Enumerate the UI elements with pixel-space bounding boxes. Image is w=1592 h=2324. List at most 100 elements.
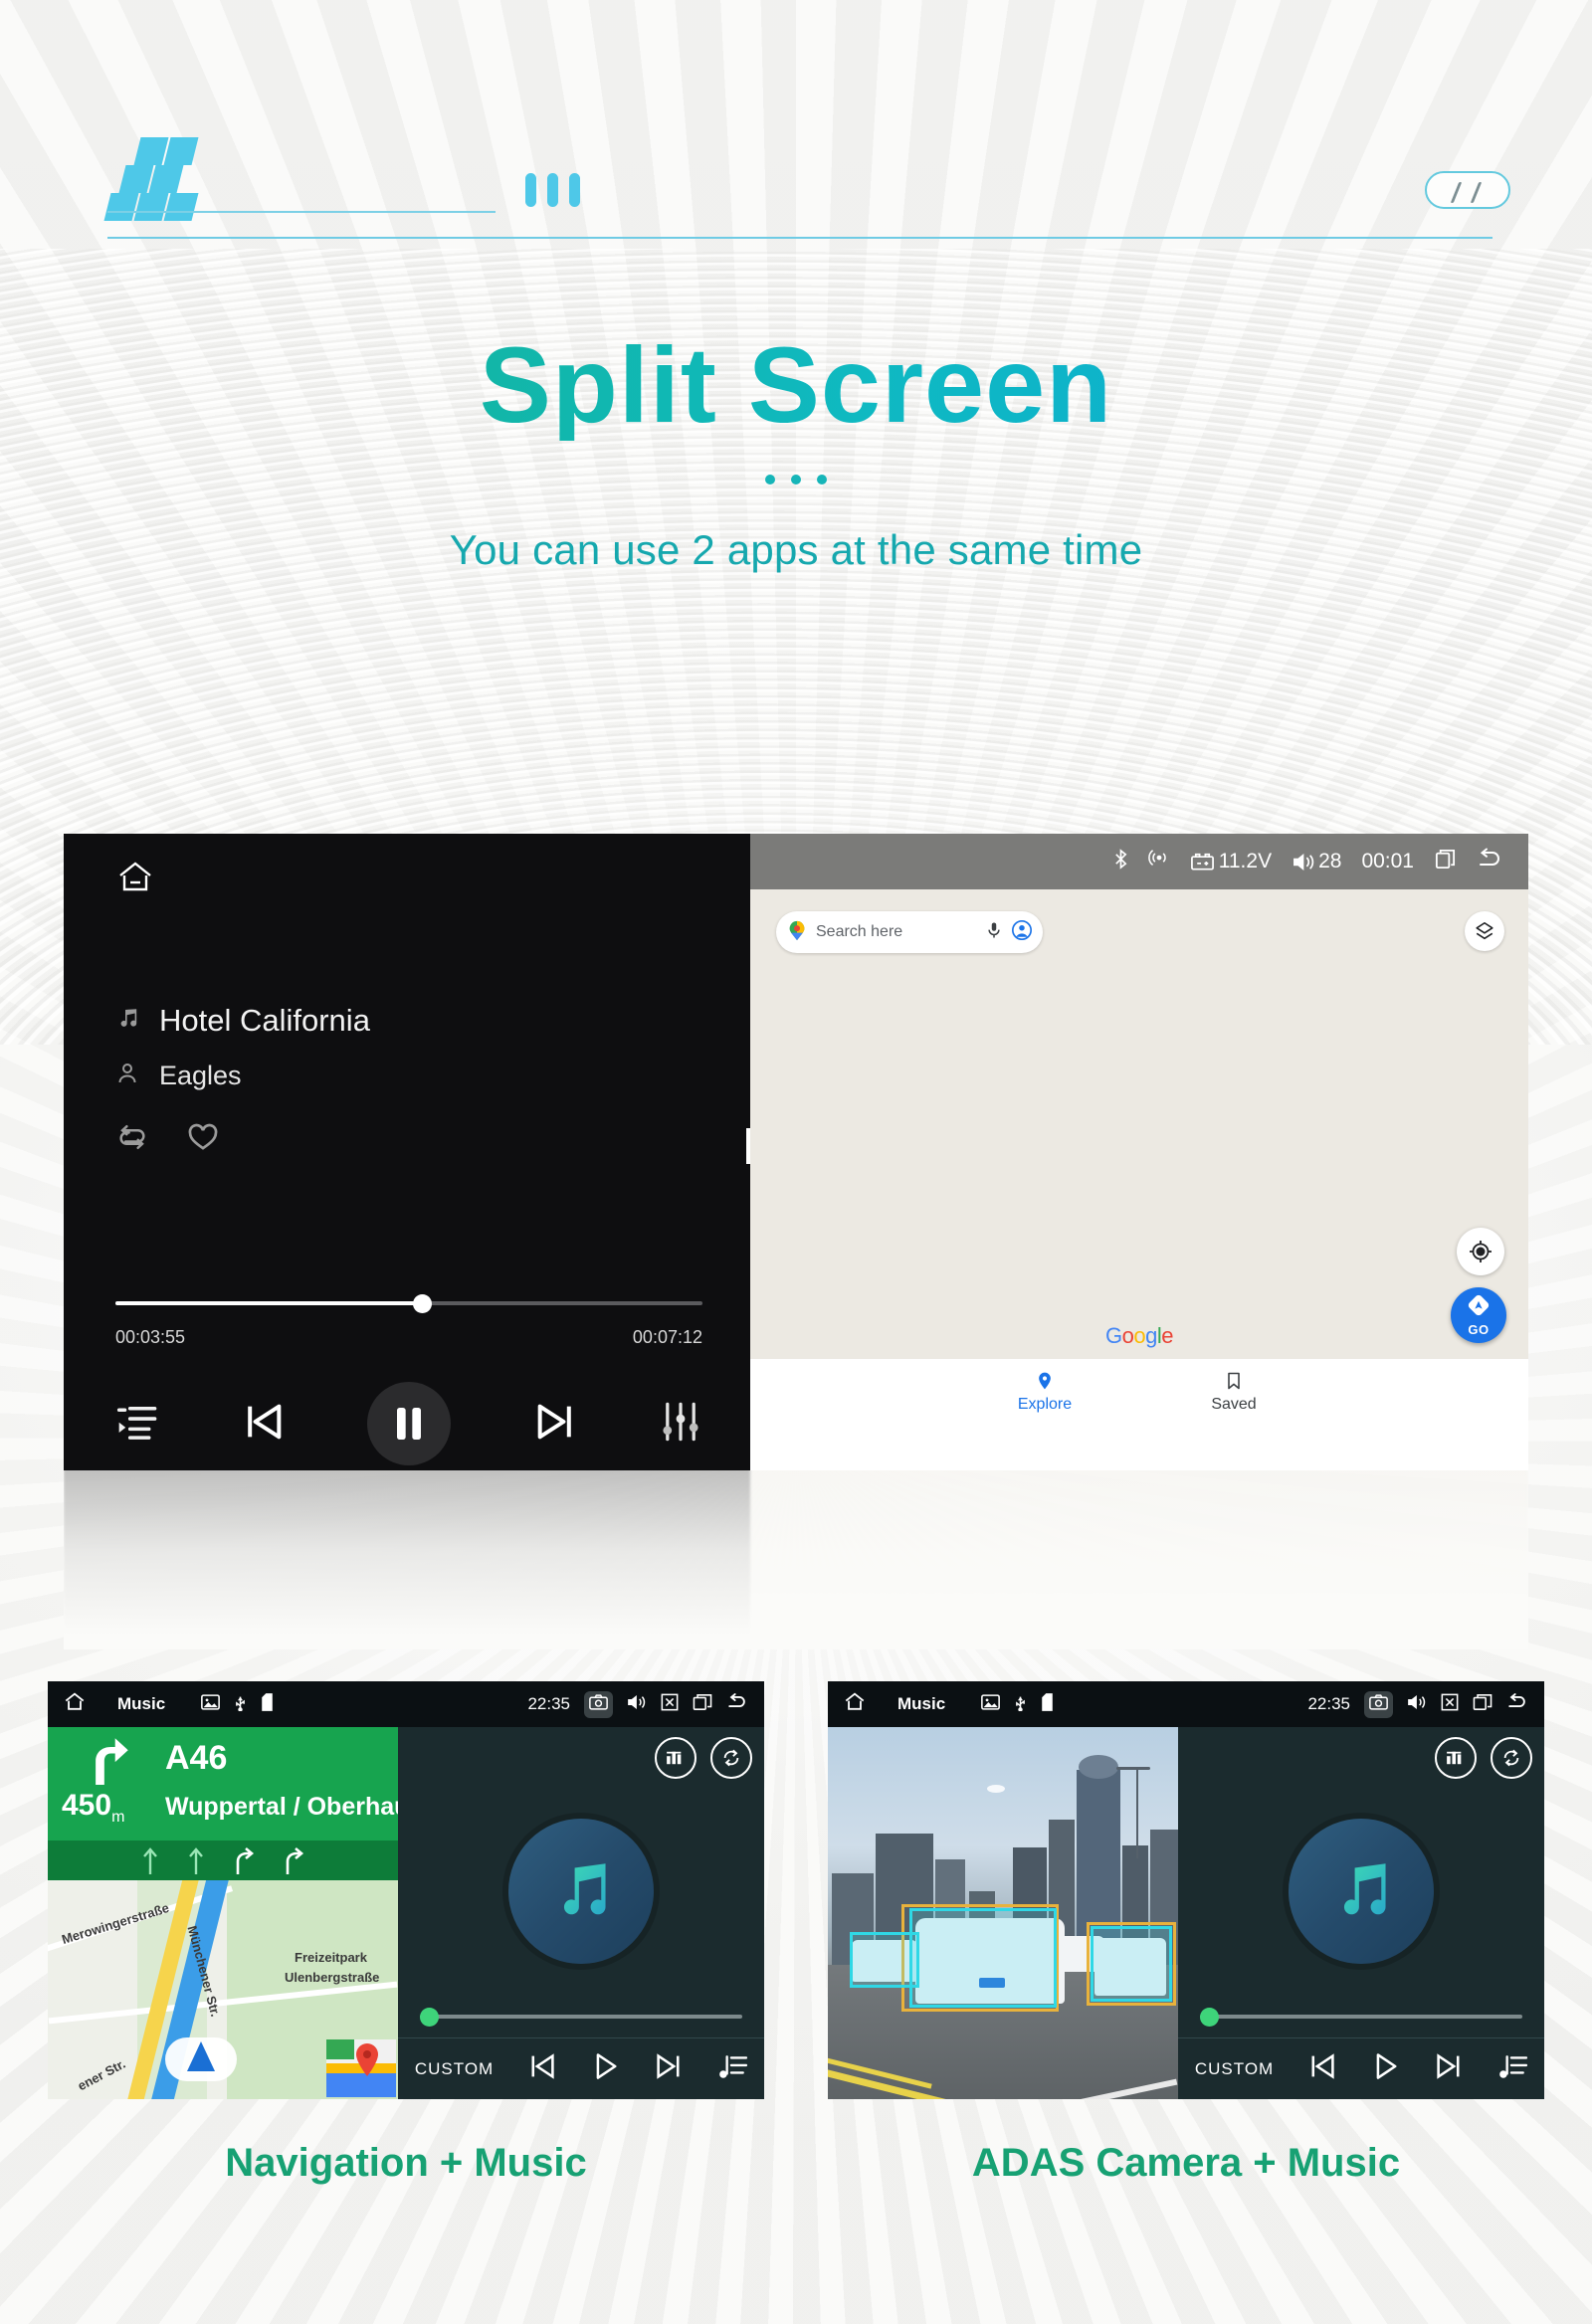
home-icon[interactable]	[844, 1691, 866, 1717]
go-label: GO	[1468, 1321, 1490, 1337]
screenshot-adas-music: Music 22:35 CUSTOM	[828, 1681, 1544, 2099]
wifi-signal-icon	[1147, 848, 1170, 875]
battery-voltage: 11.2V	[1190, 850, 1272, 873]
track-actions	[115, 1122, 219, 1157]
playlist-note-icon[interactable]	[717, 2052, 748, 2085]
split-body: A46 450m Wuppertal / Oberhausen	[48, 1727, 764, 2099]
back-arrow-icon[interactable]	[726, 1692, 748, 1716]
play-icon[interactable]	[1371, 2051, 1401, 2086]
seek-knob[interactable]	[413, 1294, 432, 1313]
recent-apps-icon[interactable]	[1434, 848, 1457, 876]
mute-x-icon[interactable]	[1441, 1693, 1459, 1716]
seek-bar[interactable]	[115, 1293, 702, 1313]
playlist-icon[interactable]	[115, 1401, 159, 1448]
map-layers-icon[interactable]	[1465, 911, 1504, 951]
my-location-icon[interactable]	[1457, 1228, 1504, 1275]
tab-saved[interactable]: Saved	[1179, 1371, 1289, 1470]
play-pause-button[interactable]	[367, 1382, 451, 1465]
recent-apps-icon[interactable]	[693, 1693, 712, 1716]
play-icon[interactable]	[591, 2051, 621, 2086]
location-pin-icon	[990, 1371, 1099, 1396]
recent-apps-icon[interactable]	[1473, 1693, 1492, 1716]
adas-camera-app[interactable]	[828, 1727, 1178, 2099]
volume-icon[interactable]	[1407, 1693, 1427, 1716]
detection-box	[850, 1932, 919, 1988]
page-subtitle: You can use 2 apps at the same time	[449, 526, 1143, 574]
card-navigation-music: Music 22:35 A46 450m Wuppertal / Oberha …	[48, 1681, 764, 2186]
equalizer-circle-icon[interactable]	[655, 1737, 696, 1779]
search-input[interactable]: Search here	[776, 911, 1043, 953]
account-circle-icon[interactable]	[1011, 919, 1033, 946]
card-caption: Navigation + Music	[225, 2141, 587, 2185]
page-header	[0, 0, 1592, 249]
detection-box	[909, 1908, 1057, 2008]
google-maps-pin-icon	[786, 919, 808, 946]
poi-label: Freizeitpark	[295, 1950, 367, 1965]
mini-map[interactable]: Merowingerstraße Münchener Str. Freizeit…	[48, 1880, 398, 2099]
source-label[interactable]: CUSTOM	[415, 2059, 494, 2079]
current-position-arrow-icon	[187, 2041, 215, 2071]
sd-card-icon	[261, 1692, 274, 1716]
camera-icon[interactable]	[1364, 1690, 1393, 1718]
music-app[interactable]: CUSTOM	[398, 1727, 764, 2099]
time-total: 00:07:12	[632, 1327, 702, 1347]
image-icon	[201, 1693, 221, 1715]
google-maps-badge-icon[interactable]	[326, 2039, 396, 2097]
equalizer-icon[interactable]	[659, 1400, 702, 1449]
volume-icon[interactable]	[627, 1693, 647, 1716]
source-label[interactable]: CUSTOM	[1195, 2059, 1274, 2079]
playlist-note-icon[interactable]	[1497, 2052, 1528, 2085]
heart-icon[interactable]	[187, 1122, 219, 1157]
repeat-circle-icon[interactable]	[710, 1737, 752, 1779]
previous-track-icon[interactable]	[241, 1399, 287, 1450]
artist-row: Eagles	[115, 1061, 242, 1091]
previous-track-icon[interactable]	[527, 2051, 557, 2086]
status-clock: 22:35	[1307, 1694, 1350, 1713]
app-label: Music	[117, 1694, 166, 1713]
next-track-icon[interactable]	[532, 1399, 578, 1450]
time-elapsed: 00:03:55	[115, 1327, 186, 1347]
promo-page: Split Screen You can use 2 apps at the s…	[0, 0, 1592, 2324]
track-title-row: Hotel California	[115, 1003, 370, 1039]
repeat-icon[interactable]	[115, 1123, 149, 1156]
music-progress-knob[interactable]	[420, 2008, 439, 2027]
maps-status-bar: 11.2V 28 00:01	[750, 834, 1528, 889]
time-row: 00:03:55 00:07:12	[115, 1327, 702, 1348]
music-control-bar: CUSTOM	[398, 2037, 764, 2099]
home-icon[interactable]	[64, 1691, 86, 1717]
device-status-bar: Music 22:35	[48, 1681, 764, 1727]
back-arrow-icon[interactable]	[1477, 847, 1502, 876]
device-status-bar: Music 22:35	[828, 1681, 1544, 1727]
go-button[interactable]: GO	[1451, 1287, 1506, 1343]
maps-canvas[interactable]: Search here GO Google	[750, 889, 1528, 1359]
camera-icon[interactable]	[584, 1690, 613, 1718]
usb-icon	[234, 1693, 247, 1716]
music-control-bar: CUSTOM	[1178, 2037, 1544, 2099]
music-progress[interactable]	[1200, 2008, 1522, 2027]
music-progress[interactable]	[420, 2008, 742, 2027]
header-rule-long	[107, 237, 1492, 239]
microphone-icon[interactable]	[985, 921, 1003, 944]
previous-track-icon[interactable]	[1307, 2051, 1337, 2086]
next-track-icon[interactable]	[1434, 2051, 1464, 2086]
mute-x-icon[interactable]	[661, 1693, 679, 1716]
tab-explore[interactable]: Explore	[990, 1371, 1099, 1470]
equalizer-circle-icon[interactable]	[1435, 1737, 1477, 1779]
hero-section: Split Screen You can use 2 apps at the s…	[0, 328, 1592, 574]
image-icon	[981, 1693, 1001, 1715]
header-rule-short	[107, 211, 496, 213]
player-controls	[115, 1379, 702, 1468]
next-track-icon[interactable]	[654, 2051, 684, 2086]
card-caption: ADAS Camera + Music	[971, 2141, 1401, 2185]
music-progress-knob[interactable]	[1200, 2008, 1219, 2027]
detection-box-outer	[1087, 1922, 1176, 2006]
back-arrow-icon[interactable]	[1506, 1692, 1528, 1716]
screenshot-navigation-music: Music 22:35 A46 450m Wuppertal / Oberha …	[48, 1681, 764, 2099]
music-app[interactable]: CUSTOM	[1178, 1727, 1544, 2099]
navigation-app[interactable]: A46 450m Wuppertal / Oberhausen	[48, 1727, 398, 2099]
repeat-circle-icon[interactable]	[1491, 1737, 1532, 1779]
navigation-arrow-icon	[1468, 1294, 1490, 1321]
search-placeholder: Search here	[816, 923, 903, 940]
home-icon[interactable]	[117, 860, 153, 893]
music-player-pane: Hotel California Eagles 00:03:55 00:07:1…	[64, 834, 750, 1470]
